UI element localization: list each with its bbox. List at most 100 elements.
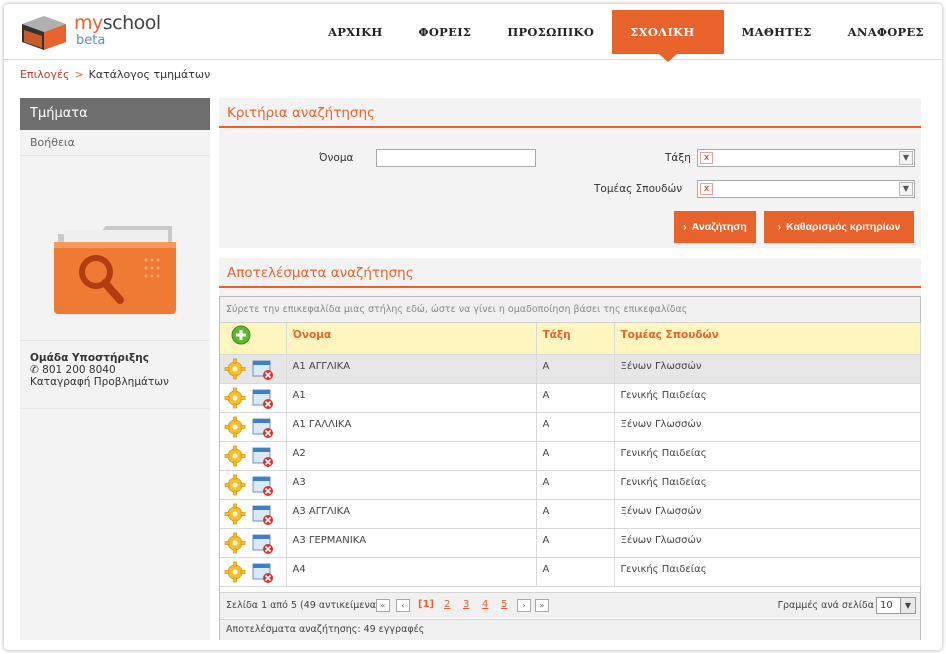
cell-name: Α3 ΑΓΓΛΙΚΑ xyxy=(286,499,537,529)
search-results-panel: Αποτελέσματα αναζήτησης Σύρετε την επικε… xyxy=(219,258,921,640)
cell-name: Α1 ΓΑΛΛΙΚΑ xyxy=(286,412,537,442)
clear-sector-icon[interactable]: x xyxy=(700,183,713,195)
sidebar: Τμήματα Βοήθεια Ομάδα Υποστήριξης ✆ 801 … xyxy=(20,98,210,640)
table-row[interactable]: Α3 ΓΕΡΜΑΝΙΚΑ Α Ξένων Γλωσσών xyxy=(220,528,921,558)
delete-icon[interactable] xyxy=(252,416,274,438)
support-phone: ✆ 801 200 8040 xyxy=(30,364,169,376)
app-window: myschool beta ΑΡΧΙΚΗ ΦΟΡΕΙΣ ΠΡΟΣΩΠΙΚΟ ΣΧ… xyxy=(4,4,942,650)
cell-class: Α xyxy=(536,557,615,587)
rows-per-page-label: Γραμμές ανά σελίδα xyxy=(777,600,874,611)
edit-gear-icon[interactable] xyxy=(224,416,246,438)
page-link-5[interactable]: 5 xyxy=(501,599,507,610)
criteria-title: Κριτήρια αναζήτησης xyxy=(219,98,921,128)
sector-label: Τομέας Σπουδών xyxy=(594,183,683,195)
edit-gear-icon[interactable] xyxy=(224,474,246,496)
edit-gear-icon[interactable] xyxy=(224,387,246,409)
delete-icon[interactable] xyxy=(252,503,274,525)
class-combo[interactable]: x ▼ xyxy=(697,149,915,167)
nav-item-foreis[interactable]: ΦΟΡΕΙΣ xyxy=(401,4,490,60)
results-title: Αποτελέσματα αναζήτησης xyxy=(219,258,921,288)
cell-class: Α xyxy=(536,441,615,471)
cell-class: Α xyxy=(536,499,615,529)
phone-icon: ✆ xyxy=(30,364,39,376)
add-icon[interactable] xyxy=(231,325,251,345)
brand-name-school: school xyxy=(102,12,161,34)
table-row[interactable]: Α1 ΓΑΛΛΙΚΑ Α Ξένων Γλωσσών xyxy=(220,412,921,442)
table-row[interactable]: Α3 ΑΓΓΛΙΚΑ Α Ξένων Γλωσσών xyxy=(220,499,921,529)
support-phone-number: 801 200 8040 xyxy=(42,364,116,376)
name-label: Όνομα xyxy=(319,152,354,164)
prev-page-icon[interactable]: ‹ xyxy=(396,599,410,612)
nav-item-school-unit[interactable]: ΣΧΟΛΙΚΗ ΜΟΝΑΔΑ xyxy=(612,10,724,83)
folder-search-icon xyxy=(54,226,176,314)
row-actions xyxy=(220,528,287,558)
page-link-3[interactable]: 3 xyxy=(463,599,469,610)
nav-item-students[interactable]: ΜΑΘΗΤΕΣ xyxy=(724,4,830,60)
cell-class: Α xyxy=(536,528,615,558)
delete-icon[interactable] xyxy=(252,445,274,467)
breadcrumb-current: Κατάλογος τμημάτων xyxy=(88,68,211,81)
delete-icon[interactable] xyxy=(252,561,274,583)
nav-item-home[interactable]: ΑΡΧΙΚΗ xyxy=(310,4,401,60)
row-actions xyxy=(220,470,287,500)
brand-logo[interactable]: myschool beta xyxy=(20,12,170,52)
edit-gear-icon[interactable] xyxy=(224,532,246,554)
page-link-1[interactable]: [1] xyxy=(418,599,434,610)
brand-name-my: my xyxy=(74,12,103,34)
column-header-name[interactable]: Όνομα xyxy=(286,323,537,355)
table-row[interactable]: Α1 Α Γενικής Παιδείας xyxy=(220,383,921,413)
column-header-sector[interactable]: Τομέας Σπουδών xyxy=(614,323,921,355)
breadcrumb-root-link[interactable]: Επιλογές xyxy=(20,68,69,81)
table-header-row: Όνομα Τάξη Τομέας Σπουδών xyxy=(220,323,921,355)
chevron-down-icon[interactable]: ▼ xyxy=(899,182,913,196)
cell-sector: Γενικής Παιδείας xyxy=(614,383,921,413)
page-link-4[interactable]: 4 xyxy=(482,599,488,610)
edit-gear-icon[interactable] xyxy=(224,445,246,467)
last-page-icon[interactable]: » xyxy=(535,599,549,612)
edit-gear-icon[interactable] xyxy=(224,503,246,525)
cell-sector: Γενικής Παιδείας xyxy=(614,441,921,471)
sector-combo[interactable]: x ▼ xyxy=(697,180,915,198)
myschool-logo-icon xyxy=(22,16,66,50)
delete-icon[interactable] xyxy=(252,474,274,496)
cell-sector: Ξένων Γλωσσών xyxy=(614,499,921,529)
first-page-icon[interactable]: « xyxy=(376,599,390,612)
edit-gear-icon[interactable] xyxy=(224,358,246,380)
support-issues-link[interactable]: Καταγραφή Προβλημάτων xyxy=(30,376,169,388)
page-link-2[interactable]: 2 xyxy=(444,599,450,610)
clear-criteria-button[interactable]: › Καθαρισμός κριτηρίων xyxy=(764,211,914,243)
brand-edition: beta xyxy=(76,33,106,48)
rows-per-page-select[interactable]: 10 ▼ xyxy=(876,597,916,614)
search-criteria-panel: Κριτήρια αναζήτησης Όνομα Τάξη x ▼ Τομέα… xyxy=(219,98,921,248)
nav-item-staff[interactable]: ΠΡΟΣΩΠΙΚΟ xyxy=(489,4,612,60)
edit-gear-icon[interactable] xyxy=(224,561,246,583)
nav-item-reports[interactable]: ΑΝΑΦΟΡΕΣ xyxy=(830,4,942,60)
table-row[interactable]: Α2 Α Γενικής Παιδείας xyxy=(220,441,921,471)
row-actions xyxy=(220,441,287,471)
column-header-class[interactable]: Τάξη xyxy=(536,323,615,355)
delete-icon[interactable] xyxy=(252,358,274,380)
next-page-icon[interactable]: › xyxy=(517,599,531,612)
name-input[interactable] xyxy=(376,149,536,167)
table-row[interactable]: Α1 ΑΓΓΛΙΚΑ Α Ξένων Γλωσσών xyxy=(220,354,921,384)
cell-name: Α3 xyxy=(286,470,537,500)
sidebar-title: Τμήματα xyxy=(20,98,210,130)
chevron-down-icon[interactable]: ▼ xyxy=(900,598,915,613)
delete-icon[interactable] xyxy=(252,387,274,409)
breadcrumb-separator: > xyxy=(74,68,84,81)
class-label: Τάξη xyxy=(665,152,691,164)
table-row[interactable]: Α3 Α Γενικής Παιδείας xyxy=(220,470,921,500)
results-summary: Αποτελέσματα αναζήτησης: 49 εγγραφές xyxy=(220,619,920,640)
table-row[interactable]: Α4 Α Γενικής Παιδείας xyxy=(220,557,921,587)
sidebar-help-link[interactable]: Βοήθεια xyxy=(20,130,210,156)
cell-name: Α4 xyxy=(286,557,537,587)
cell-class: Α xyxy=(536,470,615,500)
row-actions xyxy=(220,383,287,413)
cell-sector: Γενικής Παιδείας xyxy=(614,470,921,500)
chevron-down-icon[interactable]: ▼ xyxy=(899,151,913,165)
cell-sector: Ξένων Γλωσσών xyxy=(614,528,921,558)
search-button[interactable]: › Αναζήτηση xyxy=(674,211,756,243)
delete-icon[interactable] xyxy=(252,532,274,554)
group-by-hint[interactable]: Σύρετε την επικεφαλίδα μιας στήλης εδώ, … xyxy=(220,297,920,323)
clear-class-icon[interactable]: x xyxy=(700,152,713,164)
